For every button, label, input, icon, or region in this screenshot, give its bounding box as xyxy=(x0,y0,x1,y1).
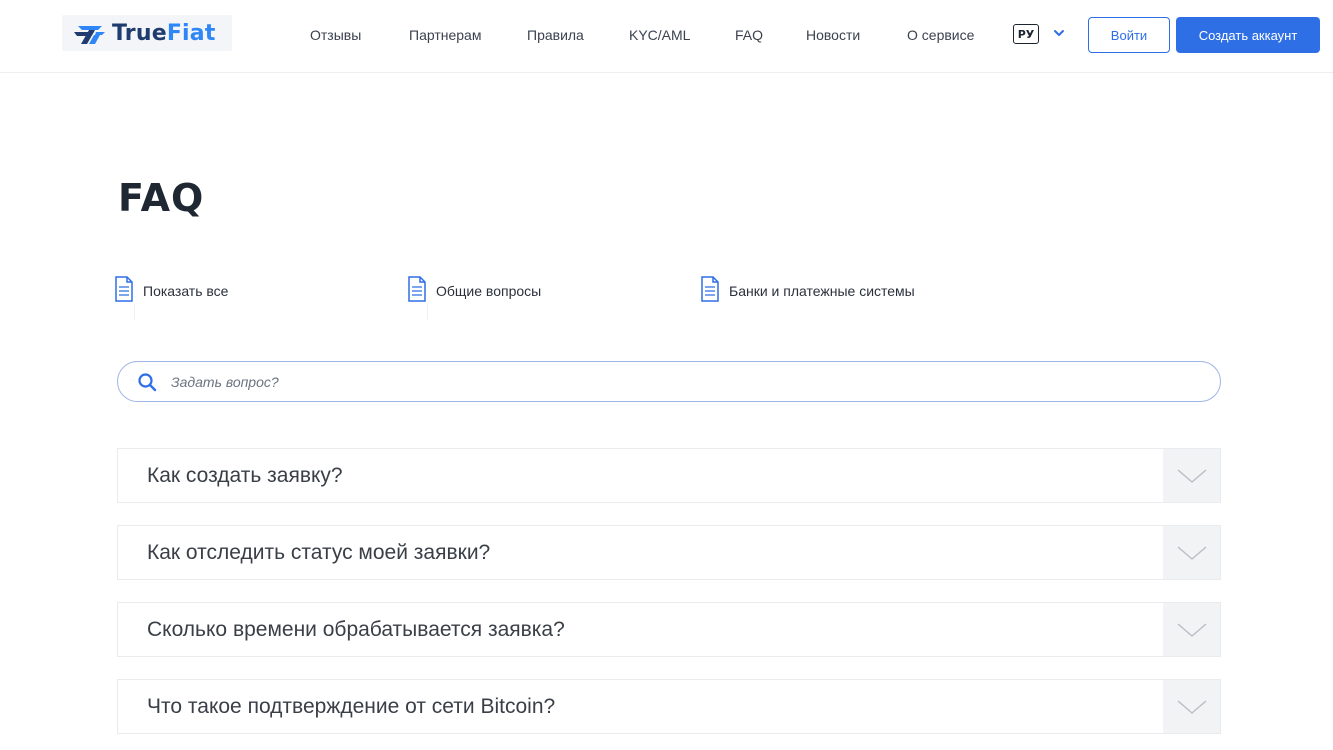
faq-item[interactable]: Что такое подтверждение от сети Bitcoin? xyxy=(117,679,1221,734)
nav-reviews[interactable]: Отзывы xyxy=(310,27,361,43)
chevron-down-icon xyxy=(1177,699,1206,714)
divider xyxy=(134,304,135,320)
search-bar xyxy=(117,361,1221,402)
chevron-down-icon xyxy=(1177,622,1206,637)
document-icon xyxy=(408,276,426,302)
faq-toggle[interactable] xyxy=(1163,449,1220,502)
faq-toggle[interactable] xyxy=(1163,680,1220,733)
faq-item[interactable]: Как создать заявку? xyxy=(117,448,1221,503)
create-account-button[interactable]: Создать аккаунт xyxy=(1176,17,1320,53)
site-header: TrueFiat Отзывы Партнерам Правила KYC/AM… xyxy=(0,0,1333,73)
language-selector[interactable]: РУ xyxy=(1013,24,1039,44)
nav-kyc-aml[interactable]: KYC/AML xyxy=(629,27,690,43)
chevron-down-icon xyxy=(1177,468,1206,483)
faq-toggle[interactable] xyxy=(1163,603,1220,656)
document-icon xyxy=(701,276,719,302)
nav-news[interactable]: Новости xyxy=(806,27,860,43)
logo[interactable]: TrueFiat xyxy=(62,15,232,51)
nav-about[interactable]: О сервисе xyxy=(907,27,974,43)
category-show-all[interactable]: Показать все xyxy=(114,276,229,320)
faq-question: Как отследить статус моей заявки? xyxy=(147,541,491,564)
nav-rules[interactable]: Правила xyxy=(527,27,584,43)
nav-faq[interactable]: FAQ xyxy=(735,27,763,43)
nav-partners[interactable]: Партнерам xyxy=(409,27,481,43)
category-label: Показать все xyxy=(143,283,229,299)
faq-toggle[interactable] xyxy=(1163,526,1220,579)
faq-question: Сколько времени обрабатывается заявка? xyxy=(147,618,565,641)
logo-text: TrueFiat xyxy=(112,20,216,46)
faq-question: Как создать заявку? xyxy=(147,464,343,487)
divider xyxy=(427,304,428,320)
faq-question: Что такое подтверждение от сети Bitcoin? xyxy=(147,695,556,718)
category-label: Общие вопросы xyxy=(436,283,542,299)
logo-mark-icon xyxy=(74,26,105,44)
login-button[interactable]: Войти xyxy=(1088,17,1170,53)
faq-item[interactable]: Сколько времени обрабатывается заявка? xyxy=(117,602,1221,657)
faq-item[interactable]: Как отследить статус моей заявки? xyxy=(117,525,1221,580)
search-icon[interactable] xyxy=(137,372,157,392)
document-icon xyxy=(115,276,133,302)
page-title: FAQ xyxy=(118,176,205,220)
search-input[interactable] xyxy=(171,362,1201,401)
chevron-down-icon xyxy=(1177,545,1206,560)
category-general[interactable]: Общие вопросы xyxy=(407,276,542,320)
chevron-down-icon[interactable] xyxy=(1052,26,1066,40)
category-label: Банки и платежные системы xyxy=(729,283,915,299)
category-banks-payment-systems[interactable]: Банки и платежные системы xyxy=(700,276,915,316)
